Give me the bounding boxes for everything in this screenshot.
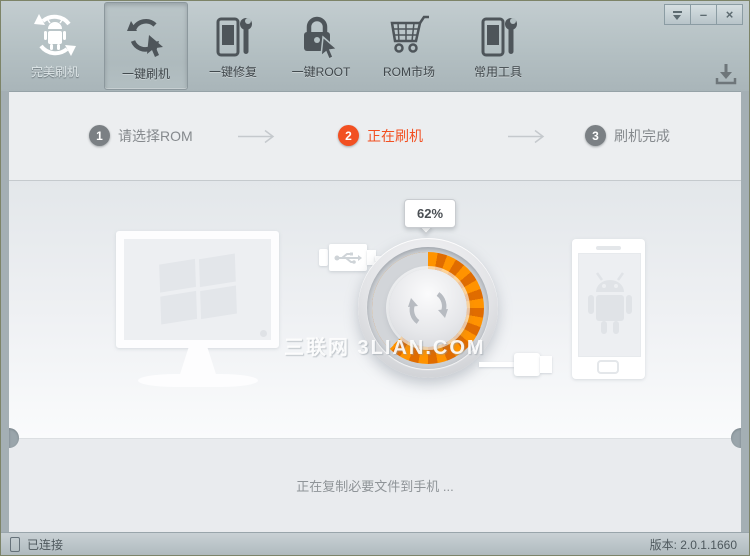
tab-label: 一键ROOT xyxy=(292,63,351,80)
window-controls: – × xyxy=(665,4,743,25)
phone-wrench-icon xyxy=(477,9,519,59)
status-message: 正在复制必要文件到手机 ... xyxy=(9,476,741,495)
step-arrow-icon xyxy=(237,129,279,144)
padlock-cursor-icon xyxy=(299,9,343,59)
step-number-badge: 1 xyxy=(89,125,110,146)
tab-rom-market[interactable]: ROM市场 xyxy=(369,1,449,89)
step-indicator-bar: 1 请选择ROM 2 正在刷机 3 刷机完成 xyxy=(9,92,741,181)
tab-one-key-root[interactable]: 一键ROOT xyxy=(281,1,361,89)
step-label: 请选择ROM xyxy=(118,126,193,146)
tab-one-key-flash[interactable]: 一键刷机 xyxy=(104,2,188,90)
step-number-badge: 2 xyxy=(338,125,359,146)
sync-arrows-icon xyxy=(405,285,451,331)
phone-screen xyxy=(578,253,641,357)
monitor-power-led xyxy=(260,330,267,337)
version-label: 版本: 2.0.1.1660 xyxy=(650,536,737,553)
toolbar: 完美刷机 一键刷机 xyxy=(1,1,749,92)
skin-menu-icon xyxy=(672,11,683,19)
step-flashing: 2 正在刷机 xyxy=(338,125,423,146)
app-window: 完美刷机 一键刷机 xyxy=(0,0,750,556)
app-logo-icon xyxy=(31,9,79,59)
tab-label: ROM市场 xyxy=(383,63,435,80)
usb-cable-line xyxy=(479,362,515,367)
close-button[interactable]: × xyxy=(716,4,743,25)
tab-label: 常用工具 xyxy=(474,63,522,80)
progress-tooltip: 62% xyxy=(404,199,456,228)
android-robot-icon xyxy=(582,272,638,338)
flash-progress-panel: 62% xyxy=(9,181,741,438)
usb-plug-graphic xyxy=(319,244,375,271)
phone-wrench-icon xyxy=(212,9,254,59)
shopping-cart-icon xyxy=(386,9,432,59)
connection-status: 已连接 xyxy=(27,536,63,553)
app-logo-label: 完美刷机 xyxy=(31,63,79,80)
download-button[interactable] xyxy=(713,61,739,87)
computer-monitor-graphic xyxy=(108,227,288,397)
phone-graphic xyxy=(572,239,645,379)
right-frame-strip xyxy=(741,91,749,532)
windows-flag-icon xyxy=(159,256,239,321)
usb-connector-graphic xyxy=(514,353,554,376)
skin-menu-button[interactable] xyxy=(664,4,691,25)
monitor-screen xyxy=(116,231,279,348)
tab-label: 一键刷机 xyxy=(122,65,170,82)
tab-one-key-repair[interactable]: 一键修复 xyxy=(193,1,273,89)
left-frame-strip xyxy=(1,91,9,532)
step-number-badge: 3 xyxy=(585,125,606,146)
tab-label: 一键修复 xyxy=(209,63,257,80)
status-bar: 已连接 版本: 2.0.1.1660 xyxy=(1,532,749,556)
step-label: 刷机完成 xyxy=(614,126,670,146)
phone-connected-icon xyxy=(10,537,20,552)
step-arrow-icon xyxy=(507,129,549,144)
tab-common-tools[interactable]: 常用工具 xyxy=(458,1,538,89)
status-message-panel: 正在复制必要文件到手机 ... xyxy=(9,438,741,533)
download-icon xyxy=(714,62,738,86)
watermark-text: 三联网 3LIAN.COM xyxy=(284,331,486,360)
monitor-base xyxy=(138,374,258,387)
app-logo: 完美刷机 xyxy=(15,1,95,89)
step-complete: 3 刷机完成 xyxy=(585,125,670,146)
step-label: 正在刷机 xyxy=(367,126,423,146)
flash-refresh-cursor-icon xyxy=(125,11,167,61)
step-select-rom: 1 请选择ROM xyxy=(89,125,193,146)
phone-speaker xyxy=(596,246,621,250)
phone-home-button xyxy=(597,360,619,374)
monitor-stand xyxy=(174,348,222,375)
minimize-button[interactable]: – xyxy=(690,4,717,25)
usb-trident-icon xyxy=(334,251,362,265)
